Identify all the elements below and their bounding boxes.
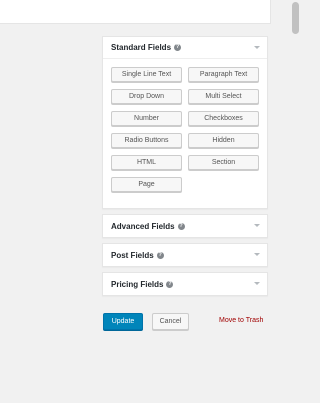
chevron-down-icon[interactable]	[254, 282, 260, 285]
editor-panel-bottom	[0, 0, 271, 24]
post-fields-panel: Post Fields ?	[102, 243, 268, 267]
post-fields-header[interactable]: Post Fields ?	[103, 244, 267, 266]
add-hidden-button[interactable]: Hidden	[188, 133, 259, 148]
add-checkboxes-button[interactable]: Checkboxes	[188, 111, 259, 126]
chevron-down-icon[interactable]	[254, 46, 260, 49]
help-icon[interactable]: ?	[174, 44, 182, 51]
scrollbar-thumb[interactable]	[292, 2, 299, 34]
add-section-button[interactable]: Section	[188, 155, 259, 170]
chevron-down-icon[interactable]	[254, 224, 260, 227]
add-paragraph-text-button[interactable]: Paragraph Text	[188, 67, 259, 82]
advanced-fields-title: Advanced Fields	[111, 221, 175, 231]
post-fields-title: Post Fields	[111, 250, 154, 260]
help-icon[interactable]: ?	[156, 251, 164, 259]
add-single-line-text-button[interactable]: Single Line Text	[111, 67, 182, 82]
add-drop-down-button[interactable]: Drop Down	[111, 89, 182, 104]
standard-fields-header[interactable]: Standard Fields ?	[103, 37, 267, 59]
pricing-fields-title: Pricing Fields	[111, 279, 164, 289]
chevron-down-icon[interactable]	[254, 253, 260, 256]
move-to-trash-link[interactable]: Move to Trash	[219, 317, 263, 324]
help-icon[interactable]: ?	[166, 280, 174, 288]
advanced-fields-header[interactable]: Advanced Fields ?	[103, 215, 267, 237]
cancel-button[interactable]: Cancel	[152, 313, 189, 330]
pricing-fields-panel: Pricing Fields ?	[102, 272, 268, 296]
standard-fields-title: Standard Fields	[111, 43, 172, 52]
add-number-button[interactable]: Number	[111, 111, 182, 126]
advanced-fields-panel: Advanced Fields ?	[102, 214, 268, 238]
help-icon[interactable]: ?	[177, 222, 185, 230]
add-multi-select-button[interactable]: Multi Select	[188, 89, 259, 104]
add-page-button[interactable]: Page	[111, 177, 182, 192]
update-button[interactable]: Update	[103, 313, 143, 330]
add-radio-buttons-button[interactable]: Radio Buttons	[111, 133, 182, 148]
standard-fields-panel: Standard Fields ? Single Line Text Parag…	[102, 36, 268, 209]
scrollbar[interactable]	[291, 0, 300, 403]
add-html-button[interactable]: HTML	[111, 155, 182, 170]
pricing-fields-header[interactable]: Pricing Fields ?	[103, 273, 267, 295]
